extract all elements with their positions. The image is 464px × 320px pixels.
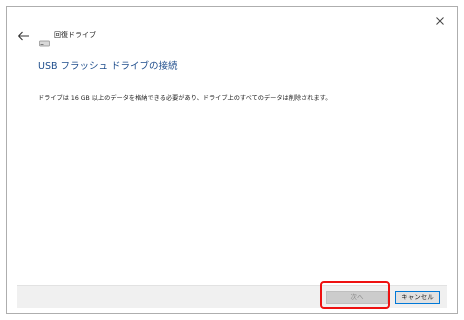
back-arrow-icon xyxy=(18,31,29,41)
back-button[interactable] xyxy=(17,30,31,42)
footer-bar: 次へ キャンセル xyxy=(17,285,447,308)
close-icon xyxy=(436,17,444,25)
wizard-window: 回復ドライブ USB フラッシュ ドライブの接続 ドライブは 16 GB 以上の… xyxy=(6,6,458,314)
description-text: ドライブは 16 GB 以上のデータを格納できる必要があり、ドライブ上のすべての… xyxy=(38,95,332,102)
cancel-button[interactable]: キャンセル xyxy=(395,291,440,304)
page-title: USB フラッシュ ドライブの接続 xyxy=(38,61,178,72)
drive-icon xyxy=(39,32,50,47)
close-button[interactable] xyxy=(433,14,447,28)
breadcrumb-label: 回復ドライブ xyxy=(54,31,96,39)
next-button[interactable]: 次へ xyxy=(326,291,388,304)
